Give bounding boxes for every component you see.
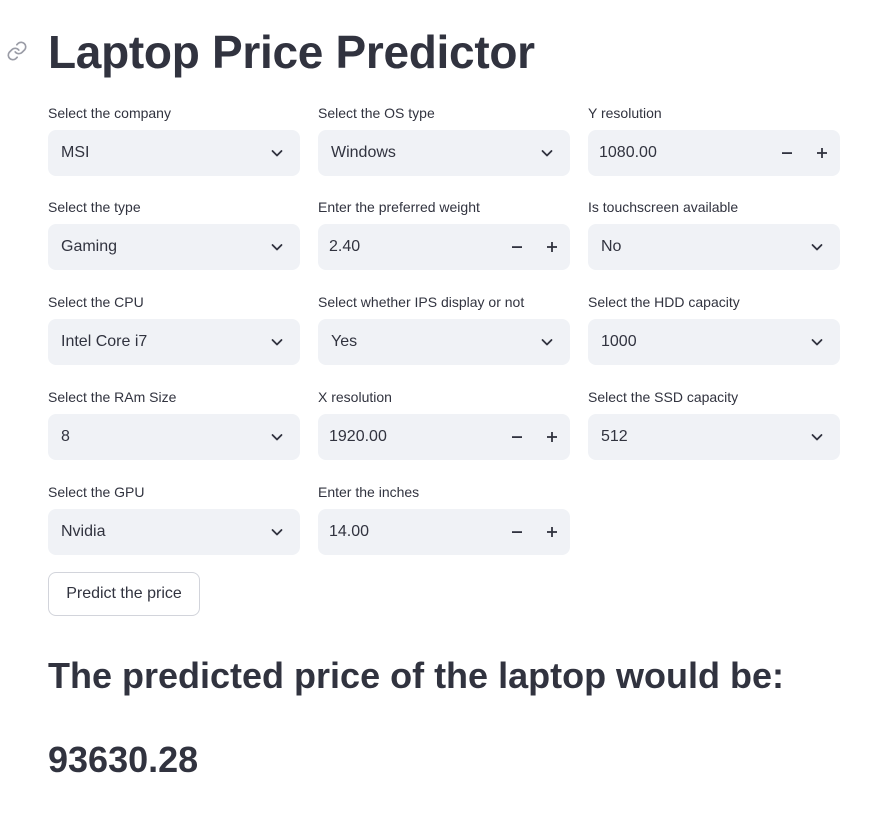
inches-label: Enter the inches — [318, 484, 420, 500]
weight-decrement-button[interactable] — [500, 230, 534, 264]
ips-label: Select whether IPS display or not — [318, 294, 525, 310]
os-select[interactable]: Windows — [318, 130, 570, 176]
ssd-field: Select the SSD capacity 512 — [588, 387, 840, 460]
app-page: Laptop Price Predictor Select the compan… — [0, 0, 876, 822]
chevron-down-icon — [541, 150, 553, 157]
weight-field: Enter the preferred weight 2.40 — [318, 197, 570, 270]
company-select-value: MSI — [61, 144, 90, 161]
chevron-down-icon — [811, 244, 823, 251]
gpu-field: Select the GPU Nvidia — [48, 482, 300, 555]
ssd-label: Select the SSD capacity — [588, 389, 739, 405]
inches-input[interactable]: 14.00 — [318, 509, 570, 555]
chevron-down-icon — [271, 529, 283, 536]
ssd-select-value: 512 — [601, 428, 628, 445]
gpu-select[interactable]: Nvidia — [48, 509, 300, 555]
chevron-down-icon — [541, 339, 553, 346]
link-icon[interactable] — [6, 40, 28, 62]
plus-icon — [547, 432, 557, 442]
predicted-price-value: 93630.28 — [48, 739, 199, 780]
type-label: Select the type — [48, 199, 141, 215]
minus-icon — [512, 531, 522, 533]
cpu-label: Select the CPU — [48, 294, 144, 310]
y-resolution-field: Y resolution 1080.00 — [588, 103, 840, 176]
plus-icon — [817, 148, 827, 158]
minus-icon — [512, 436, 522, 438]
chevron-down-icon — [271, 150, 283, 157]
x-resolution-increment-button[interactable] — [535, 420, 569, 454]
y-resolution-value: 1080.00 — [599, 144, 657, 161]
hdd-select-value: 1000 — [601, 333, 637, 350]
ips-select[interactable]: Yes — [318, 319, 570, 365]
os-label: Select the OS type — [318, 105, 435, 121]
predict-price-button[interactable]: Predict the price — [48, 572, 200, 616]
company-select[interactable]: MSI — [48, 130, 300, 176]
gpu-select-value: Nvidia — [61, 523, 106, 540]
x-resolution-field: X resolution 1920.00 — [318, 387, 570, 460]
ips-select-value: Yes — [331, 333, 358, 350]
weight-value: 2.40 — [329, 238, 361, 255]
chevron-down-icon — [271, 339, 283, 346]
company-field: Select the company MSI — [48, 103, 300, 176]
plus-icon — [547, 242, 557, 252]
inches-decrement-button[interactable] — [500, 515, 534, 549]
y-resolution-label: Y resolution — [588, 105, 662, 121]
os-field: Select the OS type Windows — [318, 103, 570, 176]
x-resolution-value: 1920.00 — [329, 428, 387, 445]
minus-icon — [782, 152, 792, 154]
y-resolution-increment-button[interactable] — [805, 136, 839, 170]
touchscreen-select-value: No — [601, 238, 622, 255]
hdd-select[interactable]: 1000 — [588, 319, 840, 365]
touchscreen-select[interactable]: No — [588, 224, 840, 270]
hdd-label: Select the HDD capacity — [588, 294, 740, 310]
ram-select-value: 8 — [61, 428, 70, 445]
chevron-down-icon — [271, 434, 283, 441]
ram-label: Select the RAm Size — [48, 389, 177, 405]
type-field: Select the type Gaming — [48, 197, 300, 270]
ips-field: Select whether IPS display or not Yes — [318, 292, 570, 365]
chevron-down-icon — [811, 434, 823, 441]
y-resolution-decrement-button[interactable] — [770, 136, 804, 170]
company-label: Select the company — [48, 105, 171, 121]
weight-increment-button[interactable] — [535, 230, 569, 264]
plus-icon — [547, 527, 557, 537]
x-resolution-decrement-button[interactable] — [500, 420, 534, 454]
inches-value: 14.00 — [329, 523, 370, 540]
page-title: Laptop Price Predictor — [48, 26, 535, 78]
ram-select[interactable]: 8 — [48, 414, 300, 460]
weight-label: Enter the preferred weight — [318, 199, 480, 215]
cpu-select[interactable]: Intel Core i7 — [48, 319, 300, 365]
hdd-field: Select the HDD capacity 1000 — [588, 292, 840, 365]
chevron-down-icon — [811, 339, 823, 346]
cpu-select-value: Intel Core i7 — [61, 333, 148, 350]
weight-input[interactable]: 2.40 — [318, 224, 570, 270]
ram-field: Select the RAm Size 8 — [48, 387, 300, 460]
x-resolution-input[interactable]: 1920.00 — [318, 414, 570, 460]
inches-increment-button[interactable] — [535, 515, 569, 549]
result-heading: The predicted price of the laptop would … — [48, 655, 785, 696]
cpu-field: Select the CPU Intel Core i7 — [48, 292, 300, 365]
ssd-select[interactable]: 512 — [588, 414, 840, 460]
gpu-label: Select the GPU — [48, 484, 145, 500]
os-select-value: Windows — [331, 144, 396, 161]
inches-field: Enter the inches 14.00 — [318, 482, 570, 555]
type-select-value: Gaming — [61, 238, 118, 255]
y-resolution-input[interactable]: 1080.00 — [588, 130, 840, 176]
x-resolution-label: X resolution — [318, 389, 392, 405]
chevron-down-icon — [271, 244, 283, 251]
touchscreen-field: Is touchscreen available No — [588, 197, 840, 270]
touchscreen-label: Is touchscreen available — [588, 199, 739, 215]
minus-icon — [512, 246, 522, 248]
type-select[interactable]: Gaming — [48, 224, 300, 270]
